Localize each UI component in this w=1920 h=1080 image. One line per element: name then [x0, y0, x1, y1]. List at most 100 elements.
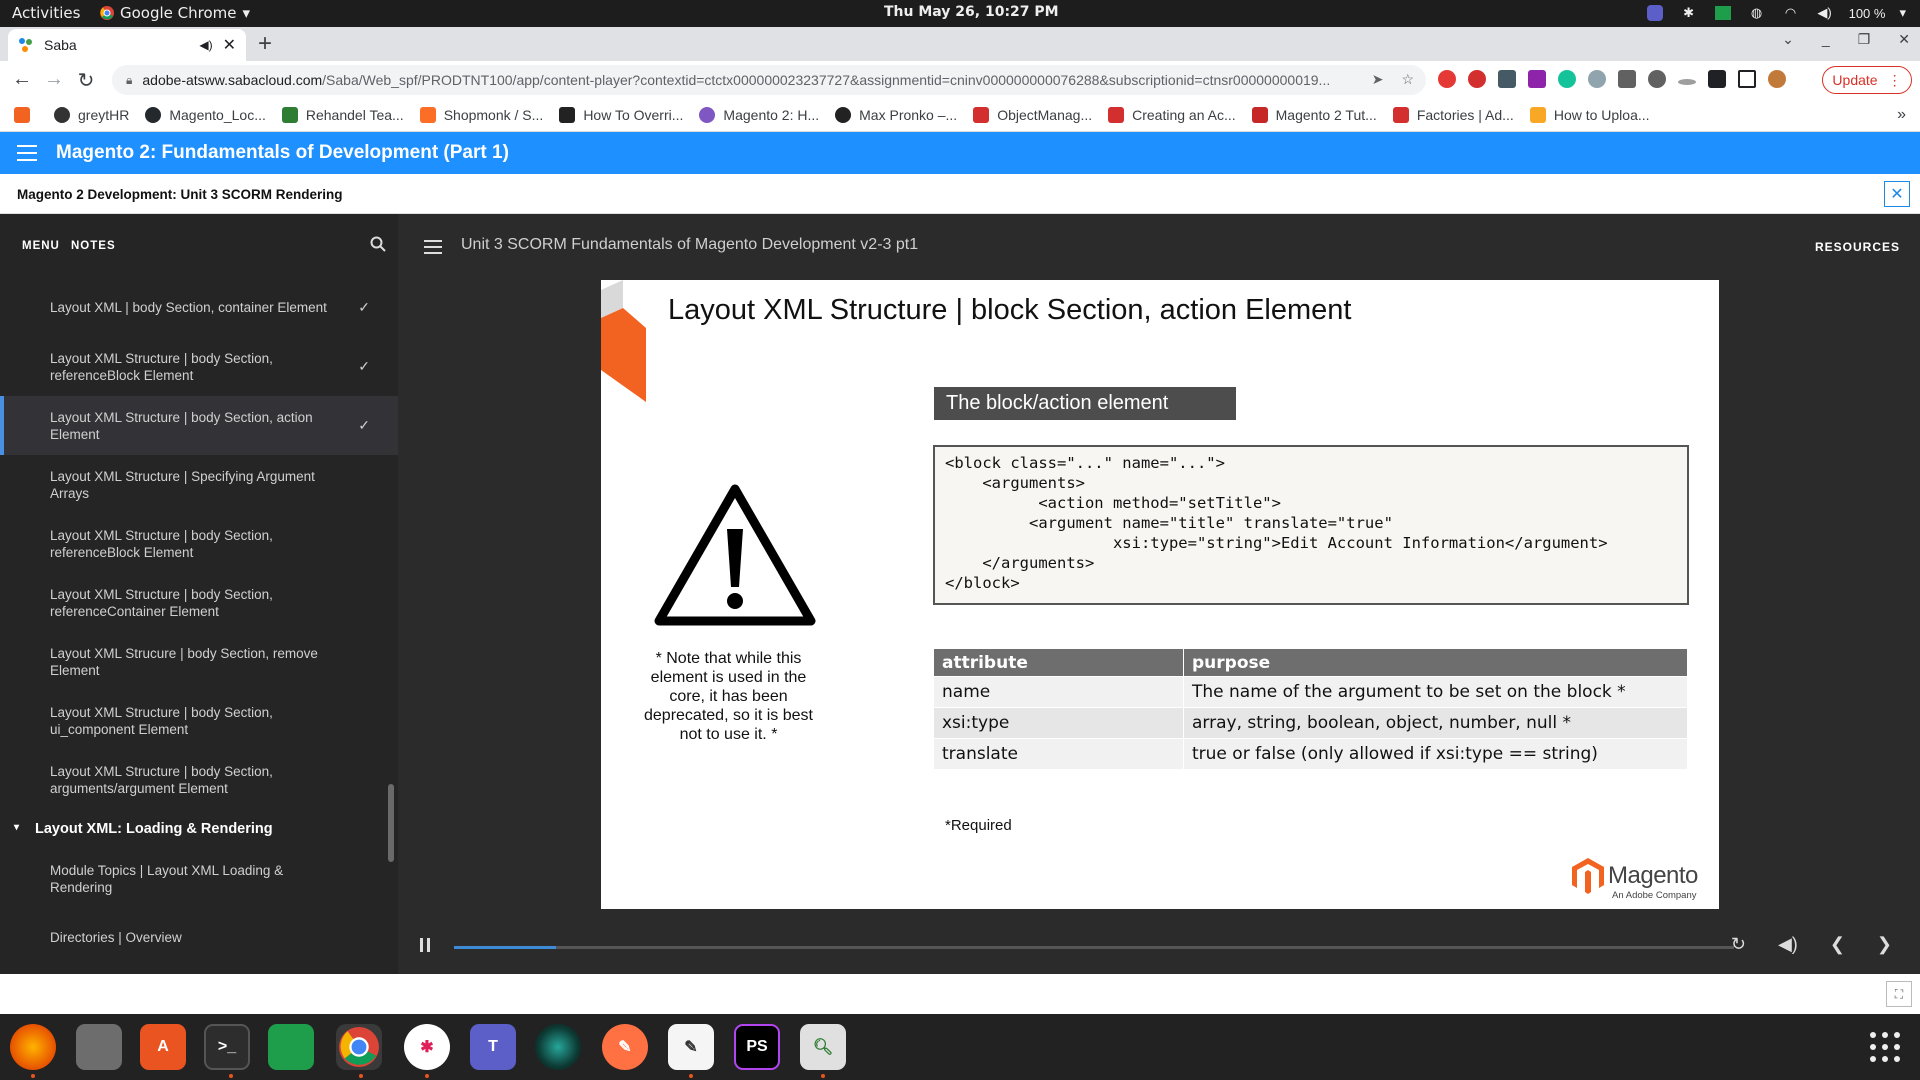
wifi-icon[interactable]: ◠: [1781, 3, 1801, 23]
volume-icon[interactable]: ◀): [1778, 934, 1798, 955]
warning-icon: [654, 484, 816, 626]
bookmark-magento[interactable]: [14, 107, 38, 123]
tab-search-icon[interactable]: ⌄: [1782, 31, 1794, 48]
sidebar-item[interactable]: Layout XML Structure | body Section, arg…: [0, 750, 398, 809]
replay-icon[interactable]: ↻: [1731, 934, 1746, 955]
lock-icon[interactable]: 🔒︎: [126, 73, 132, 88]
app-menu[interactable]: Google Chrome ▾: [100, 4, 250, 22]
extension-icon[interactable]: [1438, 70, 1456, 88]
slack-tray-icon[interactable]: ✱: [1679, 3, 1699, 23]
image-viewer-icon[interactable]: 🔍︎: [800, 1024, 846, 1070]
tab-notes[interactable]: NOTES: [71, 240, 116, 252]
bookmark-item[interactable]: How to Uploa...: [1529, 107, 1650, 123]
sidebar-scrollbar[interactable]: [388, 784, 394, 862]
avatar[interactable]: [1768, 70, 1786, 88]
bookmark-item[interactable]: Magento 2 Tut...: [1251, 107, 1377, 123]
sidebar-item[interactable]: Layout XML Structure | body Section, ui_…: [0, 691, 398, 750]
teams-tray-icon[interactable]: [1645, 3, 1665, 23]
close-tab-icon[interactable]: ✕: [223, 35, 236, 55]
sidebar-section[interactable]: ▾ Layout XML: Loading & Rendering: [0, 809, 398, 849]
phpstorm-icon[interactable]: PS: [734, 1024, 780, 1070]
sidebar-item[interactable]: Layout XML Structure | Specifying Argume…: [0, 455, 398, 514]
send-icon[interactable]: ➤: [1372, 71, 1384, 88]
resources-button[interactable]: RESOURCES: [1815, 240, 1900, 254]
pause-icon[interactable]: [420, 938, 432, 952]
chat-tray-icon[interactable]: [1713, 3, 1733, 23]
forward-icon[interactable]: →: [42, 68, 66, 91]
more-bookmarks-icon[interactable]: »: [1897, 106, 1906, 124]
files-icon[interactable]: [76, 1024, 122, 1070]
update-button[interactable]: Update ⋮: [1822, 66, 1912, 94]
software-center-icon[interactable]: A: [140, 1024, 186, 1070]
sidebar-item[interactable]: Layout XML Structure | body Section, ref…: [0, 514, 398, 573]
address-bar[interactable]: 🔒︎ adobe-atsww.sabacloud.com/Saba/Web_sp…: [112, 65, 1426, 95]
progress-track[interactable]: [454, 946, 1734, 949]
camera-icon[interactable]: [535, 1024, 581, 1070]
bookmark-item[interactable]: ObjectManag...: [973, 107, 1092, 123]
bookmark-item[interactable]: Factories | Ad...: [1392, 107, 1514, 123]
module-header: Magento 2 Development: Unit 3 SCORM Rend…: [0, 174, 1920, 214]
adblock-icon[interactable]: [1468, 70, 1486, 88]
puzzle-icon[interactable]: [1708, 70, 1726, 88]
sidebar-item[interactable]: Directories | Overview: [0, 908, 398, 967]
search-icon[interactable]: [370, 236, 386, 252]
new-tab-button[interactable]: +: [258, 30, 272, 58]
table-row: xsi:type array, string, boolean, object,…: [933, 707, 1688, 739]
system-tray[interactable]: ✱ ◍ ◠ ◀) 100 % ▾: [1645, 3, 1906, 23]
tab-saba[interactable]: Saba ◀) ✕: [8, 29, 246, 61]
fullscreen-icon[interactable]: ⛶: [1886, 981, 1912, 1007]
firefox-icon[interactable]: [10, 1024, 56, 1070]
extension-icon[interactable]: [1678, 79, 1696, 85]
close-window-icon[interactable]: ✕: [1898, 31, 1910, 48]
bookmark-item[interactable]: How To Overri...: [559, 107, 683, 123]
activities-button[interactable]: Activities: [12, 4, 80, 22]
player-menu-icon[interactable]: [424, 240, 442, 258]
chrome-dock-icon[interactable]: [336, 1024, 382, 1070]
back-icon[interactable]: ←: [10, 68, 34, 91]
text-editor-icon[interactable]: ✎: [668, 1024, 714, 1070]
sidebar-item[interactable]: Layout XML | body Section, container Ele…: [0, 278, 398, 337]
previous-slide-icon[interactable]: ❮: [1830, 934, 1845, 955]
sidebar-item[interactable]: Layout XML Structure | body Section, ref…: [0, 573, 398, 632]
bookmark-star-icon[interactable]: ☆: [1401, 71, 1414, 88]
extension-icon[interactable]: [1528, 70, 1546, 88]
close-icon[interactable]: ✕: [1884, 181, 1910, 207]
minimize-icon[interactable]: _: [1822, 31, 1830, 48]
slack-icon[interactable]: ✱: [404, 1024, 450, 1070]
player-footer: ⛶: [0, 974, 1920, 1014]
chat-icon[interactable]: [268, 1024, 314, 1070]
clock[interactable]: Thu May 26, 10:27 PM: [884, 4, 1059, 20]
gear-icon[interactable]: [1648, 70, 1666, 88]
bookmark-item[interactable]: Shopmonk / S...: [419, 107, 543, 123]
sidebar-item[interactable]: Layout XML Structure | body Section, ref…: [0, 337, 398, 396]
sidebar-item-active[interactable]: Layout XML Structure | body Section, act…: [0, 396, 398, 455]
globe-tray-icon[interactable]: ◍: [1747, 3, 1767, 23]
restore-icon[interactable]: ❐: [1858, 31, 1871, 48]
next-slide-icon[interactable]: ❯: [1877, 934, 1892, 955]
reload-icon[interactable]: ↻: [74, 68, 98, 93]
pen-icon[interactable]: ✎: [602, 1024, 648, 1070]
grammarly-icon[interactable]: [1558, 70, 1576, 88]
show-apps-icon[interactable]: [1870, 1032, 1900, 1062]
extension-icon[interactable]: [1498, 70, 1516, 88]
battery-label[interactable]: 100 %: [1849, 6, 1886, 21]
chevron-down-icon[interactable]: ▾: [1899, 5, 1906, 21]
teams-icon[interactable]: T: [470, 1024, 516, 1070]
tab-menu[interactable]: MENU: [22, 240, 60, 252]
extension-icon[interactable]: [1588, 70, 1606, 88]
sidebar-item[interactable]: Layout XML Strucure | body Section, remo…: [0, 632, 398, 691]
bookmark-item[interactable]: Creating an Ac...: [1108, 107, 1236, 123]
gitlab-icon: [419, 107, 436, 123]
sidebar-item[interactable]: Module Topics | Layout XML Loading & Ren…: [0, 849, 398, 908]
side-panel-icon[interactable]: [1738, 70, 1756, 88]
bookmark-item[interactable]: Max Pronko –...: [835, 107, 957, 123]
bookmark-item[interactable]: Magento 2: H...: [699, 107, 819, 123]
bookmark-item[interactable]: Magento_Loc...: [145, 107, 266, 123]
terminal-icon[interactable]: >_: [204, 1024, 250, 1070]
extension-icon[interactable]: [1618, 70, 1636, 88]
audio-playing-icon[interactable]: ◀): [199, 38, 212, 52]
menu-icon[interactable]: [17, 145, 37, 166]
bookmark-item[interactable]: Rehandel Tea...: [281, 107, 404, 123]
volume-icon[interactable]: ◀): [1815, 3, 1835, 23]
bookmark-item[interactable]: greytHR: [54, 107, 129, 123]
